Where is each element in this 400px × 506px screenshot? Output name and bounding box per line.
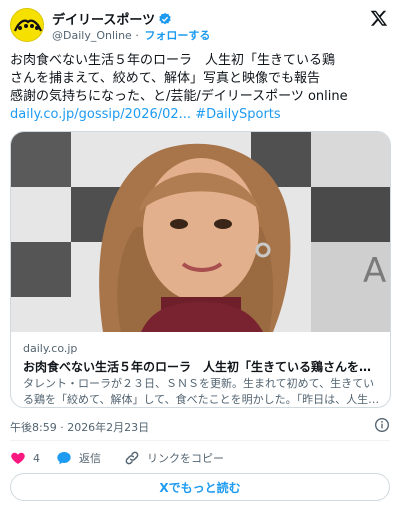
card-description: タレント・ローラが２３日、ＳＮＳを更新。生まれて初めて、生きている鶏を「絞めて、… (23, 377, 380, 406)
account-handle[interactable]: @Daily_Online (52, 29, 132, 42)
reply-label: 返信 (79, 452, 101, 465)
x-logo-icon[interactable] (370, 9, 388, 27)
daily-sports-logo (11, 9, 43, 41)
reply-bubble-icon (57, 452, 71, 465)
like-button[interactable]: 4 (10, 448, 40, 468)
handle-line: @Daily_Online · フォローする (52, 27, 210, 43)
follow-button[interactable]: フォローする (144, 29, 210, 42)
link-icon (125, 451, 139, 465)
info-icon[interactable] (374, 417, 390, 433)
heart-icon (11, 452, 25, 464)
portrait-photo: A (11, 132, 390, 332)
account-name-text[interactable]: デイリースポーツ (52, 13, 155, 28)
read-more-button[interactable]: Xでもっと読む (10, 473, 390, 501)
handle-separator: · (131, 29, 143, 42)
card-title[interactable]: お肉食べない生活５年のローラ 人生初「生きている鶏さんを捕まえて… (23, 358, 381, 375)
tweet-url-link[interactable]: daily.co.jp/gossip/2026/02... (10, 107, 191, 122)
card-domain: daily.co.jp (23, 342, 78, 355)
link-preview-card[interactable]: A daily.co.jp お肉食べない生活５年のローラ 人生初「生きている鶏さ… (10, 131, 391, 408)
copy-link-label: リンクをコピー (147, 452, 224, 465)
hashtag-link[interactable]: #DailySports (195, 107, 280, 122)
timestamp[interactable]: 午後8:59 · 2026年2月23日 (10, 419, 149, 435)
tweet-header: デイリースポーツ @Daily_Online · フォローする (10, 6, 390, 46)
card-image[interactable]: A (11, 132, 390, 332)
tweet-text-line-2: さんを捕まえて、絞めて、解体」写真と映像でも報告 (10, 71, 321, 86)
svg-text:A: A (363, 251, 386, 291)
like-count: 4 (33, 451, 40, 465)
tweet-text-line-3: 感謝の気持ちになった、と/芸能/デイリースポーツ online (10, 89, 348, 104)
verified-badge-icon (159, 12, 171, 25)
avatar[interactable] (10, 8, 44, 42)
action-bar: 4 返信 リンクをコピー (10, 448, 390, 468)
tweet-text-line-1: お肉食べない生活５年のローラ 人生初「生きている鶏 (10, 53, 336, 68)
copy-link-button[interactable]: リンクをコピー (124, 448, 224, 468)
reply-button[interactable]: 返信 (56, 448, 101, 468)
tweet-text: お肉食べない生活５年のローラ 人生初「生きている鶏 さんを捕まえて、絞めて、解体… (10, 52, 392, 124)
divider (10, 440, 390, 441)
tweet-link-line: daily.co.jp/gossip/2026/02... #DailySpor… (10, 106, 392, 124)
account-name[interactable]: デイリースポーツ (52, 9, 172, 28)
